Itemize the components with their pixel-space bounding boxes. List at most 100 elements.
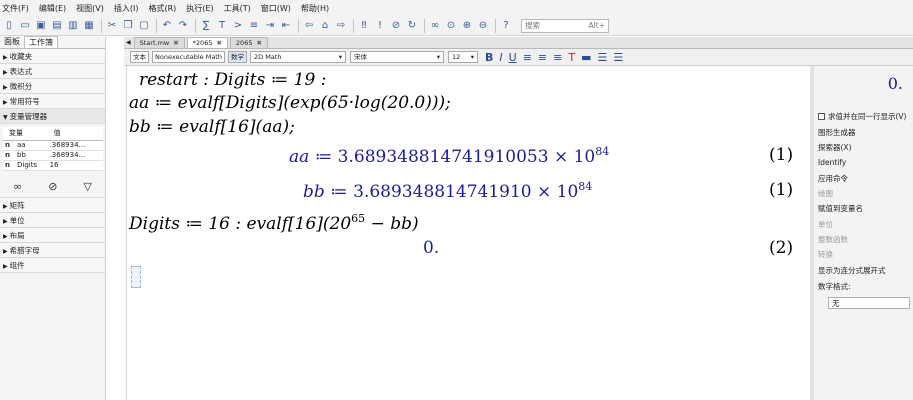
context-item-identify[interactable]: Identify <box>818 158 846 167</box>
math-mode-button[interactable]: 数学 <box>227 51 247 63</box>
palette-greek[interactable]: ▶ 希腊字母 <box>0 242 105 258</box>
text-color-icon[interactable]: T <box>568 51 575 64</box>
context-item-apply-command[interactable]: 应用命令 <box>818 173 848 184</box>
palette-layout[interactable]: ▶ 布局 <box>0 227 105 243</box>
input-line-bb[interactable]: bb ≔ evalf[16](aa); <box>129 117 295 137</box>
close-icon[interactable]: ✖ <box>173 39 178 47</box>
number-format-select[interactable]: 无 <box>828 297 910 309</box>
section-icon[interactable]: ≡ <box>247 19 261 33</box>
back-icon[interactable]: ⇦ <box>302 19 316 33</box>
save-icon[interactable]: ▣ <box>34 19 48 33</box>
equation-label[interactable]: (1) <box>769 145 793 165</box>
search-input[interactable]: 搜索 Alt+ <box>521 18 609 33</box>
print-preview-icon[interactable]: ▦ <box>82 19 96 33</box>
equation-label[interactable]: (2) <box>769 238 793 258</box>
context-item-units[interactable]: 单位 <box>818 219 833 230</box>
execute-all-icon[interactable]: ‼ <box>357 19 371 33</box>
open-folder-icon[interactable]: ▭ <box>18 19 32 33</box>
text-mode-icon[interactable]: T <box>215 19 229 33</box>
copy-icon[interactable]: ❐ <box>121 19 135 33</box>
palette-expression[interactable]: ▶ 表达式 <box>0 64 105 79</box>
palette-components[interactable]: ▶ 组件 <box>0 257 105 273</box>
context-item-explorer[interactable]: 探索器(X) <box>818 142 852 153</box>
prompt-icon[interactable]: > <box>231 19 245 33</box>
undo-icon[interactable]: ↶ <box>160 19 174 33</box>
menu-insert[interactable]: 插入(I) <box>114 3 139 14</box>
column-header-variable[interactable]: 变量 <box>3 127 48 141</box>
highlight-icon[interactable]: ▬ <box>581 51 591 64</box>
checkbox-icon[interactable] <box>818 113 825 120</box>
align-right-icon[interactable]: ≡ <box>553 51 562 64</box>
context-item-continued-fraction[interactable]: 显示为连分式展开式 <box>818 265 886 276</box>
context-item-integer-functions[interactable]: 整数函数 <box>818 234 848 245</box>
help-icon[interactable]: ? <box>499 19 513 33</box>
math-type-select[interactable]: 2D Math ▾ <box>249 51 346 63</box>
font-size-select[interactable]: 12 ▾ <box>447 51 478 63</box>
link-icon[interactable]: ∞ <box>428 19 442 33</box>
menu-edit[interactable]: 编辑(E) <box>39 3 66 14</box>
close-icon[interactable]: ✖ <box>216 39 221 47</box>
zoom-100-icon[interactable]: ⊙ <box>444 19 458 33</box>
bold-icon[interactable]: B <box>485 51 493 64</box>
worksheet[interactable]: restart : Digits ≔ 19 : aa ≔ evalf[Digit… <box>126 66 810 400</box>
tab-workbook[interactable]: 工作簿 <box>24 36 58 48</box>
math-mode-icon[interactable]: ∑ <box>199 19 213 33</box>
menu-file[interactable]: 文件(F) <box>2 3 29 14</box>
print-icon[interactable]: ▥ <box>66 19 80 33</box>
paste-icon[interactable]: ▢ <box>137 19 151 33</box>
context-item-plot-builder[interactable]: 图形生成器 <box>818 127 856 138</box>
menu-tools[interactable]: 工具(T) <box>224 3 251 14</box>
restart-icon[interactable]: ↻ <box>405 19 419 33</box>
redo-icon[interactable]: ↷ <box>176 19 190 33</box>
interrupt-icon[interactable]: ⊘ <box>389 19 403 33</box>
numbered-list-icon[interactable]: ☰ <box>613 51 623 64</box>
tab-palettes[interactable]: 面板 <box>0 36 24 48</box>
table-row[interactable]: n Digits 16 <box>3 160 103 171</box>
new-document-icon[interactable]: ▯ <box>2 19 16 33</box>
zoom-out-icon[interactable]: ⊖ <box>476 19 490 33</box>
palette-favorites[interactable]: ▶ 收藏夹 <box>0 49 105 64</box>
context-item-assign-name[interactable]: 赋值到变量名 <box>818 203 863 214</box>
align-center-icon[interactable]: ≡ <box>538 51 547 64</box>
menu-help[interactable]: 帮助(H) <box>301 3 329 14</box>
evaluate-inline-checkbox[interactable]: 求值并在同一行显示(V) <box>818 111 906 122</box>
indent-icon[interactable]: ⇥ <box>263 19 277 33</box>
bullet-list-icon[interactable]: ☰ <box>597 51 607 64</box>
style-select[interactable]: Nonexecutable Math <box>152 51 225 63</box>
text-mode-button[interactable]: 文本 <box>130 51 149 63</box>
menu-format[interactable]: 格式(R) <box>148 3 176 14</box>
input-line-aa[interactable]: aa ≔ evalf[Digits](exp(65·log(20.0))); <box>129 93 451 113</box>
show-icon[interactable]: ∞ <box>13 180 22 193</box>
equation-label[interactable]: (1) <box>769 180 793 200</box>
cut-icon[interactable]: ✂ <box>105 19 119 33</box>
palette-matrix[interactable]: ▶ 矩阵 <box>0 197 105 213</box>
italic-icon[interactable]: I <box>499 51 502 64</box>
menu-evaluate[interactable]: 执行(E) <box>186 3 213 14</box>
palette-common-symbols[interactable]: ▶ 常用符号 <box>0 94 105 109</box>
context-item-convert[interactable]: 转换 <box>818 249 833 260</box>
align-left-icon[interactable]: ≡ <box>523 51 532 64</box>
filter-icon[interactable]: ▽ <box>84 180 92 193</box>
menu-window[interactable]: 窗口(W) <box>261 3 291 14</box>
tab-scroll-left-icon[interactable]: ◀ <box>126 39 131 46</box>
home-icon[interactable]: ⌂ <box>318 19 332 33</box>
font-select[interactable]: 宋体 ▾ <box>349 51 444 63</box>
close-icon[interactable]: ✖ <box>256 39 261 47</box>
palette-units[interactable]: ▶ 单位 <box>0 212 105 228</box>
table-row[interactable]: n bb .368934... <box>3 150 103 161</box>
menu-view[interactable]: 视图(V) <box>76 3 104 14</box>
input-line-restart[interactable]: restart : Digits ≔ 19 : <box>139 70 326 90</box>
underline-icon[interactable]: U <box>509 51 517 64</box>
save-all-icon[interactable]: ▤ <box>50 19 64 33</box>
zoom-in-icon[interactable]: ⊕ <box>460 19 474 33</box>
tab-2065-modified[interactable]: *2065 ✖ <box>186 37 228 48</box>
palette-variable-manager[interactable]: ▼ 变量管理器 <box>0 109 105 124</box>
hide-eye-icon[interactable]: ⊘ <box>48 180 57 193</box>
tab-start[interactable]: Start.mw ✖ <box>133 37 185 48</box>
outdent-icon[interactable]: ⇤ <box>279 19 293 33</box>
input-line-digits[interactable]: Digits ≔ 16 : evalf[16](2065 − bb) <box>129 212 419 234</box>
table-row[interactable]: n aa .368934... <box>3 140 103 151</box>
tab-2065[interactable]: 2065 ✖ <box>229 37 268 48</box>
column-header-value[interactable]: 值 <box>47 127 103 141</box>
forward-icon[interactable]: ⇨ <box>334 19 348 33</box>
